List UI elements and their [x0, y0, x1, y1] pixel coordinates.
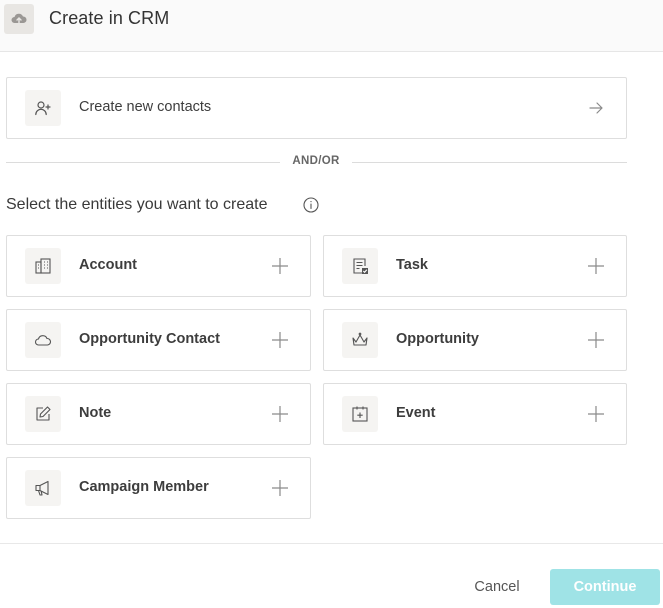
plus-icon[interactable]	[270, 404, 290, 424]
entity-label: Opportunity	[396, 331, 479, 347]
edit-icon	[25, 396, 61, 432]
add-user-icon	[25, 90, 61, 126]
entity-label: Task	[396, 257, 428, 273]
crown-icon	[342, 322, 378, 358]
section-title: Select the entities you want to create	[6, 196, 268, 213]
and-or-divider: AND/OR	[292, 155, 340, 167]
entity-card-opportunity[interactable]: Opportunity	[323, 309, 627, 371]
task-check-icon	[342, 248, 378, 284]
cancel-button[interactable]: Cancel	[466, 569, 528, 605]
continue-button[interactable]: Continue	[550, 569, 660, 605]
divider-line-right	[352, 162, 627, 163]
building-icon	[25, 248, 61, 284]
entity-label: Opportunity Contact	[79, 331, 220, 347]
plus-icon[interactable]	[586, 404, 606, 424]
arrow-right-icon	[586, 98, 606, 118]
entity-card-event[interactable]: Event	[323, 383, 627, 445]
megaphone-icon	[25, 470, 61, 506]
info-icon[interactable]	[302, 196, 320, 214]
plus-icon[interactable]	[586, 256, 606, 276]
create-contacts-label: Create new contacts	[79, 99, 212, 115]
calendar-add-icon	[342, 396, 378, 432]
create-contacts-card[interactable]: Create new contacts	[6, 77, 627, 139]
entity-card-account[interactable]: Account	[6, 235, 311, 297]
entity-label: Account	[79, 257, 137, 273]
divider-line-left	[6, 162, 280, 163]
footer-divider	[0, 543, 663, 544]
cloud-upload-icon	[4, 4, 34, 34]
plus-icon[interactable]	[586, 330, 606, 350]
entity-card-note[interactable]: Note	[6, 383, 311, 445]
entity-card-task[interactable]: Task	[323, 235, 627, 297]
plus-icon[interactable]	[270, 330, 290, 350]
modal-title: Create in CRM	[49, 8, 170, 28]
entity-label: Event	[396, 405, 436, 421]
plus-icon[interactable]	[270, 256, 290, 276]
plus-icon[interactable]	[270, 478, 290, 498]
cloud-icon	[25, 322, 61, 358]
entity-label: Note	[79, 405, 112, 421]
entity-card-opportunity-contact[interactable]: Opportunity Contact	[6, 309, 311, 371]
entity-card-campaign-member[interactable]: Campaign Member	[6, 457, 311, 519]
modal-header: Create in CRM	[0, 0, 663, 52]
entity-label: Campaign Member	[79, 479, 209, 495]
